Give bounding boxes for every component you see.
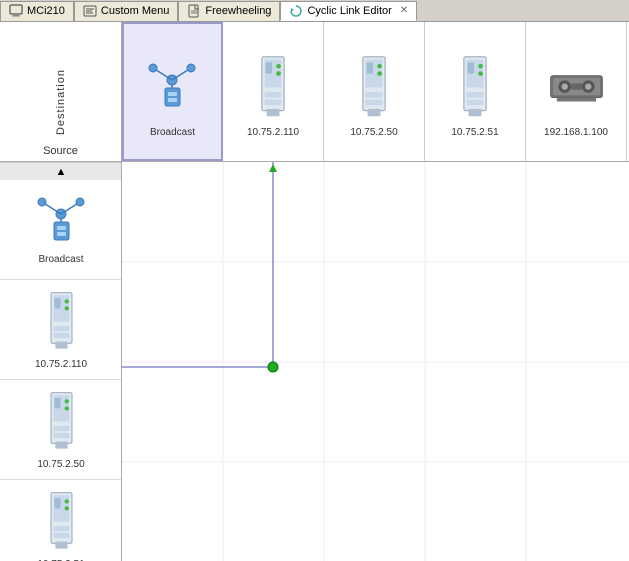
dest-cell-110[interactable]: 10.75.2.110 (223, 22, 324, 161)
document-icon (187, 4, 201, 18)
source-item-51[interactable]: 10.75.2.51 (0, 480, 122, 561)
source-broadcast-label: Broadcast (38, 254, 83, 265)
server-110-icon (243, 50, 303, 125)
tab-mci210-label: MCi210 (27, 5, 65, 17)
server-110-source-icon (44, 289, 79, 357)
cycle-icon (289, 4, 303, 18)
dest-broadcast-label: Broadcast (150, 127, 195, 138)
destination-label: Destination (55, 69, 67, 135)
source-column: ▲ Broadcast (0, 162, 122, 561)
source-item-110[interactable]: 10.75.2.110 (0, 280, 122, 380)
header-row: Destination Source (0, 22, 629, 162)
corner-cell: Destination Source (0, 22, 122, 161)
destination-cells: Broadcast 10.75.2.110 (122, 22, 627, 161)
scroll-up-button[interactable]: ▲ (0, 162, 122, 180)
dest-110-label: 10.75.2.110 (247, 127, 299, 138)
source-item-broadcast[interactable]: Broadcast (0, 180, 122, 280)
scroll-up-icon: ▲ (56, 166, 67, 178)
source-110-label: 10.75.2.110 (35, 359, 87, 370)
tab-custom-menu[interactable]: Custom Menu (74, 1, 178, 21)
source-50-label: 10.75.2.50 (37, 459, 84, 470)
tab-freewheeling-label: Freewheeling (205, 5, 271, 17)
source-label: Source (43, 145, 78, 157)
dest-cell-192[interactable]: 192.168.1.100 (526, 22, 627, 161)
body-area: ▲ Broadcast (0, 162, 629, 561)
tab-cyclic-link-editor-label: Cyclic Link Editor (307, 5, 391, 17)
menu-icon (83, 4, 97, 18)
server-51-source-icon (44, 489, 79, 557)
server-50-icon (344, 50, 404, 125)
server-51-icon (445, 50, 505, 125)
server-50-source-icon (44, 389, 79, 457)
connection-svg (122, 162, 629, 561)
dest-51-label: 10.75.2.51 (451, 127, 498, 138)
tab-freewheeling[interactable]: Freewheeling (178, 1, 280, 21)
dest-cell-51[interactable]: 10.75.2.51 (425, 22, 526, 161)
dest-cell-broadcast[interactable]: Broadcast (122, 22, 223, 161)
tab-custom-menu-label: Custom Menu (101, 5, 169, 17)
tape-192-icon (546, 50, 606, 125)
broadcast-source-device-icon (34, 194, 89, 252)
source-item-50[interactable]: 10.75.2.50 (0, 380, 122, 480)
main-area: Destination Source (0, 22, 629, 561)
monitor-icon (9, 4, 23, 18)
dest-192-label: 192.168.1.100 (544, 127, 608, 138)
broadcast-device-icon (143, 50, 203, 125)
tab-mci210[interactable]: MCi210 (0, 1, 74, 21)
grid-area[interactable] (122, 162, 629, 561)
dest-cell-50[interactable]: 10.75.2.50 (324, 22, 425, 161)
close-icon[interactable]: ✕ (400, 5, 408, 16)
dest-50-label: 10.75.2.50 (350, 127, 397, 138)
tab-cyclic-link-editor[interactable]: Cyclic Link Editor ✕ (280, 1, 417, 21)
title-bar: MCi210 Custom Menu Freewheeling (0, 0, 629, 22)
